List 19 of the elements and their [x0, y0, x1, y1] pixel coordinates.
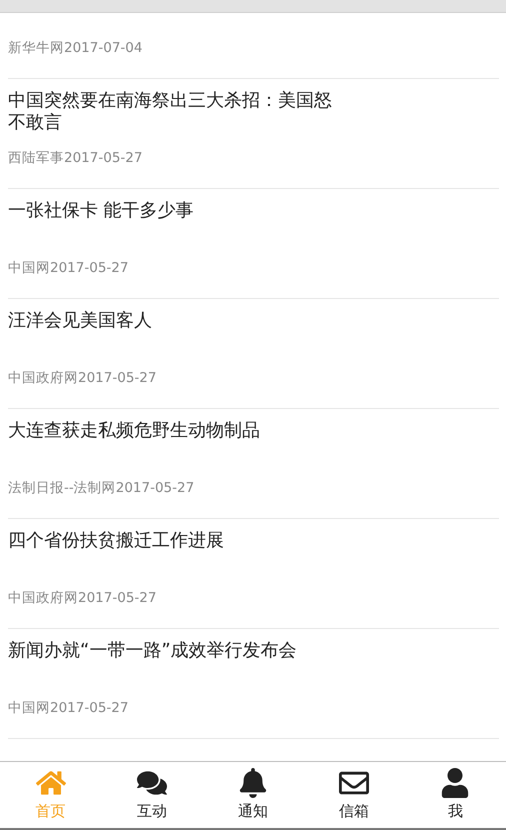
news-source: 新华牛网2017-07-04: [8, 39, 144, 58]
news-title[interactable]: 四个省份扶贫搬迁工作进展: [8, 530, 338, 574]
news-title[interactable]: 汪洋会见美国客人: [8, 310, 338, 354]
tab[interactable]: 通知: [202, 762, 304, 828]
news-source: 法制日报--法制网2017-05-27: [8, 479, 196, 498]
news-source: 中国政府网2017-05-27: [8, 369, 158, 388]
bell-icon: [238, 768, 268, 798]
news-source: 中国网2017-05-27: [8, 259, 130, 278]
tab[interactable]: 信箱: [304, 762, 405, 828]
tab[interactable]: 互动: [101, 762, 202, 828]
news-source: 中国网2017-05-27: [8, 699, 130, 718]
news-source: 西陆军事2017-05-27: [8, 149, 144, 168]
news-title[interactable]: 新闻办就“一带一路”成效举行发布会: [8, 640, 338, 684]
person-icon: [440, 768, 470, 798]
news-source: 中国政府网2017-05-27: [8, 589, 158, 608]
tab[interactable]: 我: [404, 762, 506, 828]
news-title[interactable]: 大连查获走私频危野生动物制品: [8, 420, 338, 464]
news-title[interactable]: 中国突然要在南海祭出三大杀招：美国怒不敢言: [8, 90, 338, 134]
news-title[interactable]: 一张社保卡 能干多少事: [8, 200, 338, 244]
